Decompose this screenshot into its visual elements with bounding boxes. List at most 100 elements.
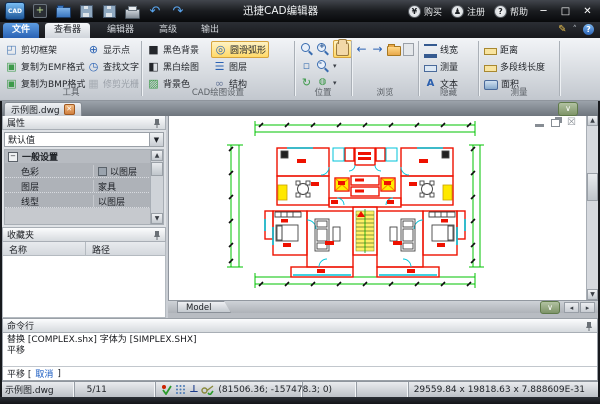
status-page-indicator: 5/11 xyxy=(75,382,157,397)
zoom-window-button[interactable] xyxy=(300,41,313,56)
find-text-button[interactable]: ◷查找文字 xyxy=(87,59,139,74)
strip-chevron-button[interactable]: ∨ xyxy=(540,301,560,314)
document-tab[interactable]: 示例图.dwg ✕ xyxy=(4,102,82,116)
clip-frame-button[interactable]: ◰剪切框架 xyxy=(5,42,57,57)
maximize-button[interactable]: □ xyxy=(559,6,572,17)
save-icon xyxy=(80,5,93,18)
column-path[interactable]: 路径 xyxy=(85,242,165,255)
layers-button[interactable]: ☰图层 xyxy=(213,59,247,74)
ribbon-group-position: ▫ ↻ +▾ -▾ ◍▾ 位置 xyxy=(296,38,350,99)
distance-button[interactable]: 距离 xyxy=(484,42,518,57)
key-icon[interactable] xyxy=(201,384,214,395)
canvas-vertical-scrollbar[interactable]: ▲ ▼ xyxy=(586,115,598,300)
pan-button[interactable] xyxy=(333,40,352,58)
property-value: 家具 xyxy=(98,180,116,193)
preset-dropdown[interactable]: 默认值 ▼ xyxy=(4,132,164,147)
property-value: 以图层 xyxy=(110,165,137,178)
polyline-length-button[interactable]: 多段线长度 xyxy=(484,59,545,74)
scroll-left-icon[interactable]: ◂ xyxy=(564,302,579,313)
properties-header: 属性 xyxy=(2,115,166,130)
scroll-up-icon[interactable]: ▲ xyxy=(587,115,598,126)
bw-drawing-button[interactable]: ◧黑白绘图 xyxy=(147,59,199,74)
scroll-up-icon[interactable]: ▲ xyxy=(151,150,163,161)
hide-measure-button[interactable]: 测量 xyxy=(424,59,458,74)
scrollbar-thumb[interactable] xyxy=(587,173,598,201)
property-group-label: 一般设置 xyxy=(22,150,58,163)
docbar-chevron-button[interactable]: ∨ xyxy=(558,102,578,116)
property-group-row[interactable]: − 一般设置 xyxy=(5,150,153,163)
mdi-minimize-icon[interactable] xyxy=(535,124,544,127)
line-width-icon xyxy=(424,44,437,58)
pin-icon[interactable] xyxy=(585,321,593,331)
close-button[interactable]: ✕ xyxy=(581,6,594,17)
tab-file[interactable]: 文件 xyxy=(3,23,39,38)
group-label-tools: 工具 xyxy=(2,86,140,98)
open-file-button[interactable] xyxy=(55,4,71,19)
mdi-restore-icon[interactable] xyxy=(551,119,560,127)
scroll-right-icon[interactable]: ▸ xyxy=(580,302,595,313)
cancel-option[interactable]: 取消 xyxy=(35,367,53,380)
drawing-canvas[interactable]: ☒ xyxy=(168,115,586,300)
buy-button[interactable]: ¥购买 xyxy=(408,5,442,18)
open-recent-button[interactable] xyxy=(387,42,401,57)
command-line-title: 命令行 xyxy=(7,319,34,332)
layout-tab-strip: Model ∨ ◂ ▸ xyxy=(168,300,598,313)
zoom-select-button[interactable]: ▫ xyxy=(300,58,313,73)
clock-icon: ◷ xyxy=(87,60,100,73)
help-circle-icon[interactable]: ? xyxy=(583,24,594,35)
line-width-button[interactable]: 线宽 xyxy=(424,42,458,57)
app-logo[interactable]: CAD xyxy=(5,2,25,20)
show-points-button[interactable]: ⊕显示点 xyxy=(87,42,130,57)
pen-icon[interactable]: ✎ xyxy=(558,24,566,35)
zoom-out-button[interactable]: -▾ xyxy=(316,58,337,73)
page-view-button[interactable] xyxy=(403,42,414,57)
properties-scrollbar[interactable]: ▲ ▼ xyxy=(150,150,163,224)
property-row-color[interactable]: 色彩 以图层 xyxy=(5,163,153,178)
pin-icon[interactable] xyxy=(153,118,161,128)
floor-plan-drawing xyxy=(169,115,587,300)
register-button[interactable]: ♟注册 xyxy=(451,5,485,18)
back-button[interactable]: ← xyxy=(355,42,368,57)
save-button[interactable] xyxy=(78,4,94,19)
window-title: 迅捷CAD编辑器 xyxy=(243,0,318,22)
mdi-close-icon[interactable]: ☒ xyxy=(567,118,576,127)
forward-button[interactable]: → xyxy=(371,42,384,57)
command-input[interactable]: 平移 [ 取消 ] xyxy=(3,366,597,380)
undo-button[interactable]: ↶ xyxy=(147,4,163,19)
redo-button[interactable]: ↷ xyxy=(170,4,186,19)
help-button[interactable]: ?帮助 xyxy=(494,5,528,18)
column-name[interactable]: 名称 xyxy=(3,242,85,255)
tab-viewer[interactable]: 查看器 xyxy=(45,23,90,38)
black-background-button[interactable]: ■黑色背景 xyxy=(147,42,199,57)
marker-icon[interactable] xyxy=(161,384,172,395)
property-row-layer[interactable]: 图层 家具 xyxy=(5,178,153,193)
ortho-icon[interactable]: ⊥ xyxy=(189,384,198,395)
tab-editor[interactable]: 编辑器 xyxy=(98,23,143,38)
save-as-button[interactable] xyxy=(101,4,117,19)
property-row-linetype[interactable]: 线型 以图层 xyxy=(5,193,153,208)
print-button[interactable] xyxy=(124,4,140,19)
command-history[interactable]: 替换 [COMPLEX.shx] 字体为 [SIMPLEX.SHX] 平移 xyxy=(3,333,597,370)
ribbon-group-tools: ◰剪切框架 ▣复制为EMF格式 ▣复制为BMP格式 ⊕显示点 ◷查找文字 ▦修剪… xyxy=(2,38,140,99)
tab-output[interactable]: 输出 xyxy=(192,23,228,38)
group-label-measure: 测量 xyxy=(480,86,558,98)
favorites-list[interactable] xyxy=(2,256,166,318)
collapse-ribbon-icon[interactable]: ˄ xyxy=(573,25,578,35)
model-tab[interactable]: Model xyxy=(177,301,231,313)
grid-snap-icon[interactable] xyxy=(175,384,186,395)
scrollbar-thumb[interactable] xyxy=(151,162,163,176)
new-file-button[interactable]: + xyxy=(32,4,48,19)
smooth-arc-button[interactable]: ◎圆滑弧形 xyxy=(211,41,269,58)
copy-emf-button[interactable]: ▣复制为EMF格式 xyxy=(5,59,85,74)
chevron-down-icon[interactable]: ▼ xyxy=(149,133,163,146)
crop-icon: ◰ xyxy=(5,43,18,56)
pin-icon[interactable] xyxy=(153,230,161,240)
close-document-icon[interactable]: ✕ xyxy=(64,104,75,115)
collapse-icon[interactable]: − xyxy=(8,152,18,162)
minimize-button[interactable]: ─ xyxy=(537,6,550,17)
scroll-down-icon[interactable]: ▼ xyxy=(151,213,163,224)
ribbon-tab-strip: 文件 查看器 编辑器 高级 输出 ✎ ˄ ? xyxy=(0,22,600,38)
color-swatch xyxy=(98,167,107,176)
scroll-down-icon[interactable]: ▼ xyxy=(587,289,598,300)
tab-advanced[interactable]: 高级 xyxy=(150,23,186,38)
